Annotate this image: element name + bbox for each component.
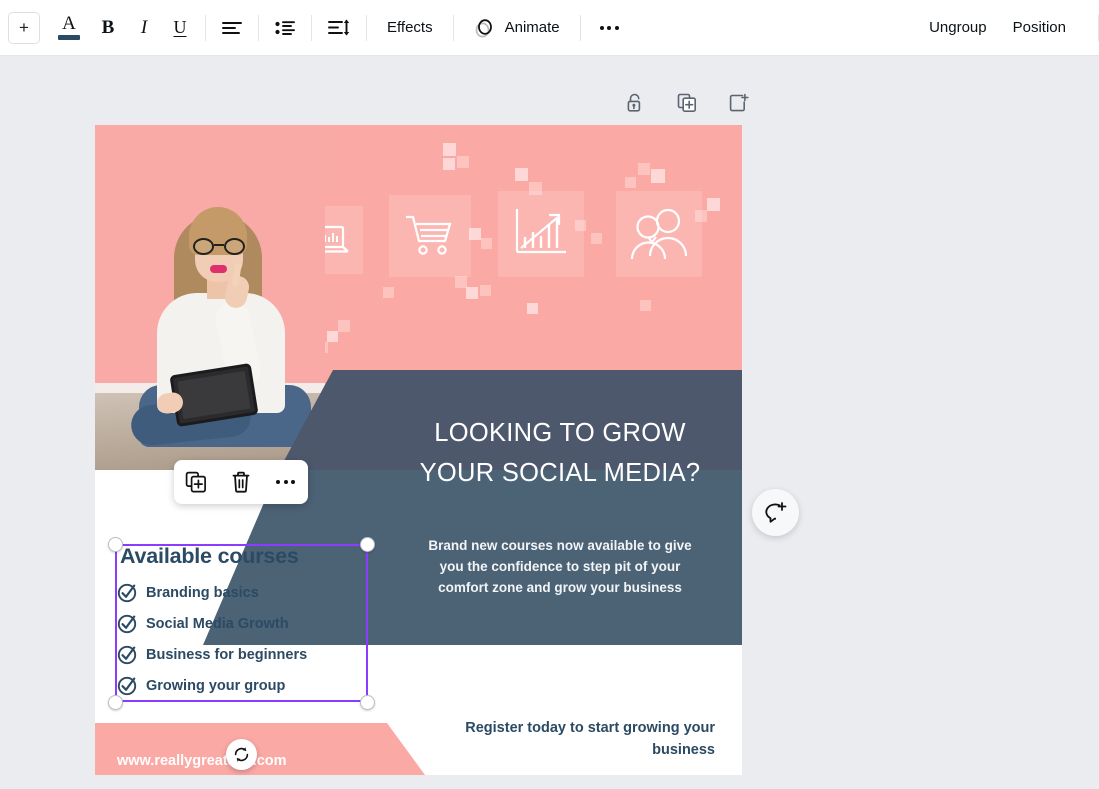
pixel-square — [527, 303, 538, 314]
pixel-square — [481, 238, 492, 249]
headline-line-1: LOOKING TO GROW — [434, 419, 686, 447]
photo-lips — [210, 265, 227, 273]
pixel-square — [651, 169, 665, 183]
pixel-square — [640, 300, 651, 311]
trash-icon[interactable] — [224, 465, 258, 499]
poster-design[interactable]: LOOKING TO GROW YOUR SOCIAL MEDIA? Brand… — [95, 125, 742, 775]
rotate-icon — [234, 747, 249, 762]
bullet-list-button[interactable] — [266, 10, 304, 46]
add-comment-button[interactable] — [752, 489, 799, 536]
divider — [366, 14, 367, 41]
underline-button[interactable]: U — [162, 10, 198, 46]
divider — [258, 14, 259, 41]
course-label: Business for beginners — [146, 646, 308, 663]
toolbar-right-group: Ungroup Position — [916, 10, 1099, 46]
check-circle-icon — [117, 582, 138, 603]
growth-chart-icon — [498, 191, 584, 277]
pixel-square — [707, 198, 720, 211]
shopping-cart-icon — [389, 195, 471, 277]
register-text[interactable]: Register today to start growing your bus… — [425, 717, 715, 761]
check-circle-icon — [117, 644, 138, 665]
course-item-1[interactable]: Social Media Growth — [117, 613, 289, 634]
courses-title[interactable]: Available courses — [120, 544, 350, 569]
pixel-square — [443, 158, 455, 170]
resize-handle-bottom-left[interactable] — [108, 695, 123, 710]
check-circle-icon — [117, 675, 138, 696]
poster-website[interactable]: www.reallygreatsite.com — [117, 753, 287, 769]
canvas-stage: LOOKING TO GROW YOUR SOCIAL MEDIA? Brand… — [0, 56, 1099, 789]
effects-button[interactable]: Effects — [374, 10, 446, 46]
course-label: Growing your group — [146, 677, 286, 694]
image-context-toolbar — [174, 460, 308, 504]
italic-button[interactable]: I — [126, 10, 162, 46]
pixel-square — [443, 143, 456, 156]
course-item-0[interactable]: Branding basics — [117, 582, 259, 603]
pixel-square — [480, 285, 491, 296]
resize-handle-top-left[interactable] — [108, 537, 123, 552]
pixel-square — [327, 331, 338, 342]
pixel-square — [383, 287, 394, 298]
duplicate-page-icon[interactable] — [672, 88, 702, 118]
resize-handle-bottom-right[interactable] — [360, 695, 375, 710]
hero-photo[interactable] — [95, 125, 325, 470]
pixel-square — [638, 163, 650, 175]
pixel-square — [591, 233, 602, 244]
bold-button[interactable]: B — [90, 10, 126, 46]
unlock-icon[interactable] — [620, 88, 650, 118]
divider — [205, 14, 206, 41]
duplicate-icon[interactable] — [179, 465, 213, 499]
course-label: Branding basics — [146, 584, 259, 601]
toolbar-left-group: + A B I U Effects Animate — [0, 10, 631, 46]
bullet-list-icon — [275, 20, 295, 35]
page-actions — [620, 88, 754, 118]
more-options-button[interactable] — [588, 10, 631, 46]
text-color-button[interactable]: A — [48, 10, 90, 46]
course-label: Social Media Growth — [146, 615, 289, 632]
animate-circle-icon — [475, 18, 492, 37]
line-spacing-button[interactable] — [319, 10, 359, 46]
align-button[interactable] — [213, 10, 251, 46]
more-options-icon — [599, 25, 619, 30]
bold-icon: B — [101, 16, 115, 38]
divider — [452, 14, 454, 41]
course-item-3[interactable]: Growing your group — [117, 675, 285, 696]
photo-glasses — [193, 238, 245, 255]
text-color-a-icon: A — [56, 14, 82, 40]
underline-icon: U — [173, 17, 187, 37]
headline-line-2: YOUR SOCIAL MEDIA? — [419, 459, 701, 487]
pixel-square — [515, 168, 528, 181]
resize-handle-top-right[interactable] — [360, 537, 375, 552]
more-options-icon[interactable] — [269, 465, 303, 499]
poster-headline[interactable]: LOOKING TO GROW YOUR SOCIAL MEDIA? — [395, 413, 725, 493]
divider — [311, 14, 312, 41]
pixel-square — [625, 177, 636, 188]
rotate-handle[interactable] — [226, 739, 257, 770]
pixel-square — [338, 320, 350, 332]
italic-icon: I — [140, 16, 148, 38]
animate-label: Animate — [504, 19, 560, 36]
right-edge-rail — [1089, 56, 1099, 789]
pixel-square — [466, 287, 478, 299]
check-circle-icon — [117, 613, 138, 634]
top-toolbar: + A B I U Effects Animate Ungroup Positi… — [0, 0, 1099, 56]
animate-button[interactable]: Animate — [461, 10, 573, 46]
add-page-icon[interactable] — [724, 88, 754, 118]
line-spacing-icon — [328, 19, 350, 36]
people-icon — [616, 191, 702, 277]
poster-body-text[interactable]: Brand new courses now available to give … — [415, 535, 705, 598]
add-element-button[interactable]: + — [8, 11, 40, 44]
course-item-2[interactable]: Business for beginners — [117, 644, 307, 665]
align-left-icon — [222, 21, 242, 34]
divider — [579, 14, 581, 41]
pixel-square — [457, 156, 469, 168]
position-button[interactable]: Position — [1000, 10, 1079, 46]
add-comment-icon — [765, 502, 787, 523]
ungroup-button[interactable]: Ungroup — [916, 10, 1000, 46]
